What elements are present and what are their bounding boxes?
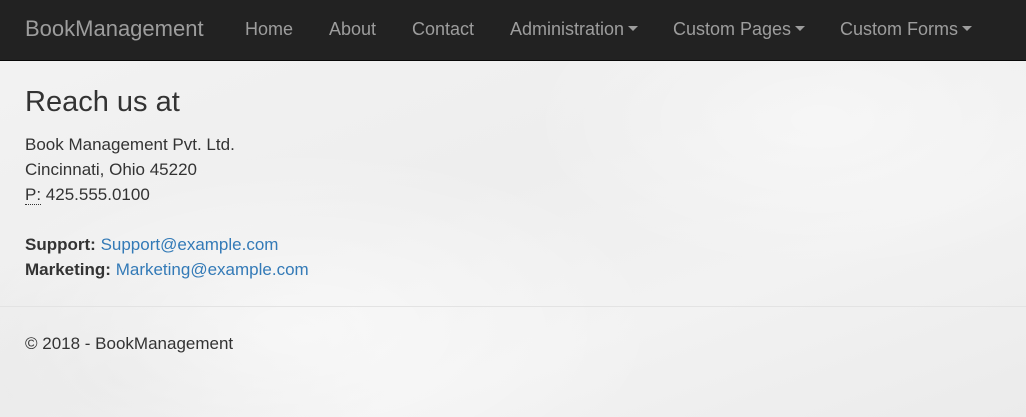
nav-item-custom-forms[interactable]: Custom Forms	[840, 19, 973, 39]
nav-item-contact-label: Contact	[412, 19, 475, 39]
copyright-text: © 2018 - BookManagement	[25, 334, 234, 353]
footer-divider	[0, 306, 1026, 307]
caret-down-icon	[962, 25, 973, 31]
nav-item-home[interactable]: Home	[245, 19, 293, 39]
contact-emails: Support: Support@example.com Marketing: …	[25, 232, 1001, 282]
nav-item-administration[interactable]: Administration	[510, 19, 639, 39]
nav-item-custom-pages[interactable]: Custom Pages	[673, 19, 806, 39]
page-title: Reach us at	[25, 86, 180, 118]
support-label: Support:	[25, 235, 96, 254]
top-navbar: BookManagement Home About Contact Admini…	[0, 0, 1026, 61]
nav-item-contact[interactable]: Contact	[412, 19, 474, 39]
city-line: Cincinnati, Ohio 45220	[25, 160, 198, 179]
phone-number: 425.555.0100	[45, 185, 150, 204]
nav-item-about[interactable]: About	[329, 19, 376, 39]
company-address: Book Management Pvt. Ltd. Cincinnati, Oh…	[25, 132, 1001, 207]
marketing-label: Marketing:	[25, 260, 111, 279]
caret-down-icon	[795, 25, 806, 31]
marketing-email-link[interactable]: Marketing@example.com	[116, 260, 309, 279]
brand-link[interactable]: BookManagement	[25, 16, 204, 42]
nav-item-administration-label: Administration	[510, 19, 625, 39]
nav-item-custom-forms-label: Custom Forms	[840, 19, 959, 39]
phone-line: P: 425.555.0100	[25, 182, 1001, 207]
footer: © 2018 - BookManagement	[25, 333, 233, 355]
company-name: Book Management Pvt. Ltd.	[25, 135, 235, 154]
support-email-link[interactable]: Support@example.com	[101, 235, 279, 254]
marketing-line: Marketing: Marketing@example.com	[25, 257, 1001, 282]
nav-item-custom-pages-label: Custom Pages	[673, 19, 792, 39]
main-content: Reach us at Book Management Pvt. Ltd. Ci…	[25, 84, 1001, 282]
support-line: Support: Support@example.com	[25, 232, 1001, 257]
phone-abbr: P:	[25, 185, 42, 205]
nav-item-home-label: Home	[245, 19, 294, 39]
caret-down-icon	[628, 25, 639, 31]
nav-item-about-label: About	[329, 19, 377, 39]
